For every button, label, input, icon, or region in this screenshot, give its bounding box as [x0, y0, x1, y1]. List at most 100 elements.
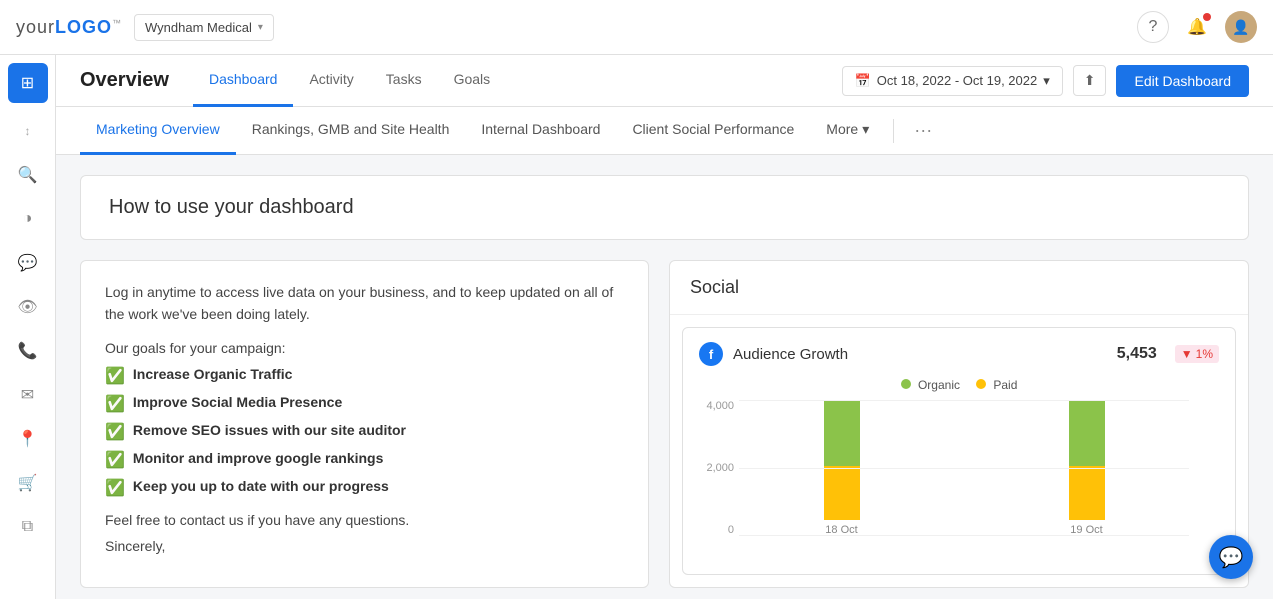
social-section: Social f Audience Growth 5,453 ▼ 1%: [669, 260, 1249, 588]
sidebar-item-chart[interactable]: ◑: [8, 199, 48, 239]
top-bar-right: ? 🔔 👤: [1137, 11, 1257, 43]
y-axis-labels: 4,000 2,000 0: [699, 400, 734, 536]
date-range-button[interactable]: 📅 Oct 18, 2022 - Oct 19, 2022 ▾: [842, 66, 1063, 96]
logo-tm: ™: [112, 18, 122, 28]
goal-text-1: Increase Organic Traffic: [133, 366, 293, 382]
intro-card: Log in anytime to access live data on yo…: [80, 260, 649, 588]
page-title: Overview: [80, 69, 169, 92]
edit-dashboard-button[interactable]: Edit Dashboard: [1116, 65, 1249, 97]
contact-text: Feel free to contact us if you have any …: [105, 512, 624, 528]
goal-text-2: Improve Social Media Presence: [133, 394, 342, 410]
bar-stacked-18oct: [824, 400, 860, 520]
chat-bubble-button[interactable]: 💬: [1209, 535, 1253, 579]
tab-dashboard[interactable]: Dashboard: [193, 55, 294, 107]
bar-paid: [1069, 466, 1105, 520]
goal-item: ✅ Improve Social Media Presence: [105, 394, 624, 414]
bar-label-18oct: 18 Oct: [825, 524, 857, 536]
header-right: 📅 Oct 18, 2022 - Oct 19, 2022 ▾ ⬆ Edit D…: [842, 65, 1249, 97]
change-percent: 1%: [1196, 347, 1213, 361]
organic-dot: [901, 379, 911, 389]
social-card: Social f Audience Growth 5,453 ▼ 1%: [669, 260, 1249, 588]
notification-dot: [1203, 13, 1211, 21]
chevron-down-icon: ▾: [862, 121, 869, 138]
sidebar-item-search[interactable]: ↕: [8, 111, 48, 151]
audience-top: f Audience Growth 5,453 ▼ 1%: [699, 342, 1219, 366]
bar-paid: [824, 466, 860, 520]
help-button[interactable]: ?: [1137, 11, 1169, 43]
paid-legend: Paid: [976, 378, 1017, 392]
goal-item: ✅ Remove SEO issues with our site audito…: [105, 422, 624, 442]
bar-group-18oct: 18 Oct: [824, 400, 860, 536]
org-name: Wyndham Medical: [145, 20, 252, 35]
goal-item: ✅ Monitor and improve google rankings: [105, 450, 624, 470]
welcome-card: How to use your dashboard: [80, 175, 1249, 240]
y-label-0: 0: [699, 524, 734, 536]
sub-tabs: Marketing Overview Rankings, GMB and Sit…: [56, 107, 1273, 155]
organic-legend: Organic: [901, 378, 960, 392]
sidebar-item-layers[interactable]: ⧉: [8, 507, 48, 547]
goal-text-4: Monitor and improve google rankings: [133, 450, 383, 466]
goal-item: ✅ Keep you up to date with our progress: [105, 478, 624, 498]
audience-count: 5,453: [1117, 345, 1157, 363]
audience-title: Audience Growth: [733, 346, 1107, 363]
tab-goals[interactable]: Goals: [438, 55, 507, 107]
sub-tab-rankings[interactable]: Rankings, GMB and Site Health: [236, 107, 466, 155]
org-selector[interactable]: Wyndham Medical ▾: [134, 14, 274, 41]
paid-dot: [976, 379, 986, 389]
main-layout: ⊞ ↕ 🔍 ◑ 💬 👁 📞 ✉ 📍 🛒 ⧉ Overview Dashboard…: [0, 55, 1273, 599]
share-button[interactable]: ⬆: [1073, 65, 1107, 96]
sub-tab-more[interactable]: More ▾: [810, 107, 885, 155]
sidebar-item-eye[interactable]: 👁: [8, 287, 48, 327]
bar-organic: [1069, 400, 1105, 466]
check-icon: ✅: [105, 394, 125, 414]
sidebar-item-chat[interactable]: 💬: [8, 243, 48, 283]
bar-label-19oct: 19 Oct: [1070, 524, 1102, 536]
sidebar-item-mail[interactable]: ✉: [8, 375, 48, 415]
y-label-2000: 2,000: [699, 462, 734, 474]
bar-stacked-19oct: [1069, 400, 1105, 520]
audience-change-badge: ▼ 1%: [1175, 345, 1219, 363]
calendar-icon: 📅: [855, 73, 871, 89]
chevron-down-icon: ▾: [1043, 73, 1050, 89]
more-options-button[interactable]: ···: [902, 107, 944, 155]
logo-bold: LOGO: [55, 17, 112, 37]
sidebar: ⊞ ↕ 🔍 ◑ 💬 👁 📞 ✉ 📍 🛒 ⧉: [0, 55, 56, 599]
sidebar-item-grid[interactable]: ⊞: [8, 63, 48, 103]
tab-tasks[interactable]: Tasks: [370, 55, 438, 107]
sidebar-item-phone[interactable]: 📞: [8, 331, 48, 371]
check-icon: ✅: [105, 366, 125, 386]
goal-text-5: Keep you up to date with our progress: [133, 478, 389, 494]
goal-item: ✅ Increase Organic Traffic: [105, 366, 624, 386]
sidebar-item-cart[interactable]: 🛒: [8, 463, 48, 503]
main-scroll: How to use your dashboard Log in anytime…: [56, 155, 1273, 599]
two-column-layout: Log in anytime to access live data on yo…: [80, 260, 1249, 588]
page-header: Overview Dashboard Activity Tasks Goals …: [56, 55, 1273, 107]
tab-activity[interactable]: Activity: [293, 55, 369, 107]
audience-chart: 4,000 2,000 0: [699, 400, 1219, 560]
notifications-button[interactable]: 🔔: [1181, 11, 1213, 43]
sub-tab-client-social[interactable]: Client Social Performance: [616, 107, 810, 155]
header-tabs: Dashboard Activity Tasks Goals: [193, 55, 506, 107]
down-arrow-icon: ▼: [1181, 347, 1193, 361]
check-icon: ✅: [105, 422, 125, 442]
tab-divider: [893, 119, 894, 143]
goals-title: Our goals for your campaign:: [105, 340, 624, 356]
facebook-icon: f: [699, 342, 723, 366]
logo: yourLOGO™: [16, 17, 122, 38]
audience-growth-card: f Audience Growth 5,453 ▼ 1%: [682, 327, 1236, 575]
sidebar-item-search2[interactable]: 🔍: [8, 155, 48, 195]
chart-bars: 18 Oct 19 Oct: [739, 400, 1189, 536]
welcome-title: How to use your dashboard: [109, 196, 354, 218]
content-area: Overview Dashboard Activity Tasks Goals …: [56, 55, 1273, 599]
bar-group-19oct: 19 Oct: [1069, 400, 1105, 536]
chevron-down-icon: ▾: [258, 22, 263, 33]
bar-organic: [824, 400, 860, 466]
sub-tab-internal-dashboard[interactable]: Internal Dashboard: [465, 107, 616, 155]
sidebar-item-pin[interactable]: 📍: [8, 419, 48, 459]
check-icon: ✅: [105, 450, 125, 470]
social-title: Social: [670, 261, 1248, 315]
avatar[interactable]: 👤: [1225, 11, 1257, 43]
sub-tab-marketing-overview[interactable]: Marketing Overview: [80, 107, 236, 155]
sincerely-text: Sincerely,: [105, 538, 624, 554]
goal-text-3: Remove SEO issues with our site auditor: [133, 422, 406, 438]
